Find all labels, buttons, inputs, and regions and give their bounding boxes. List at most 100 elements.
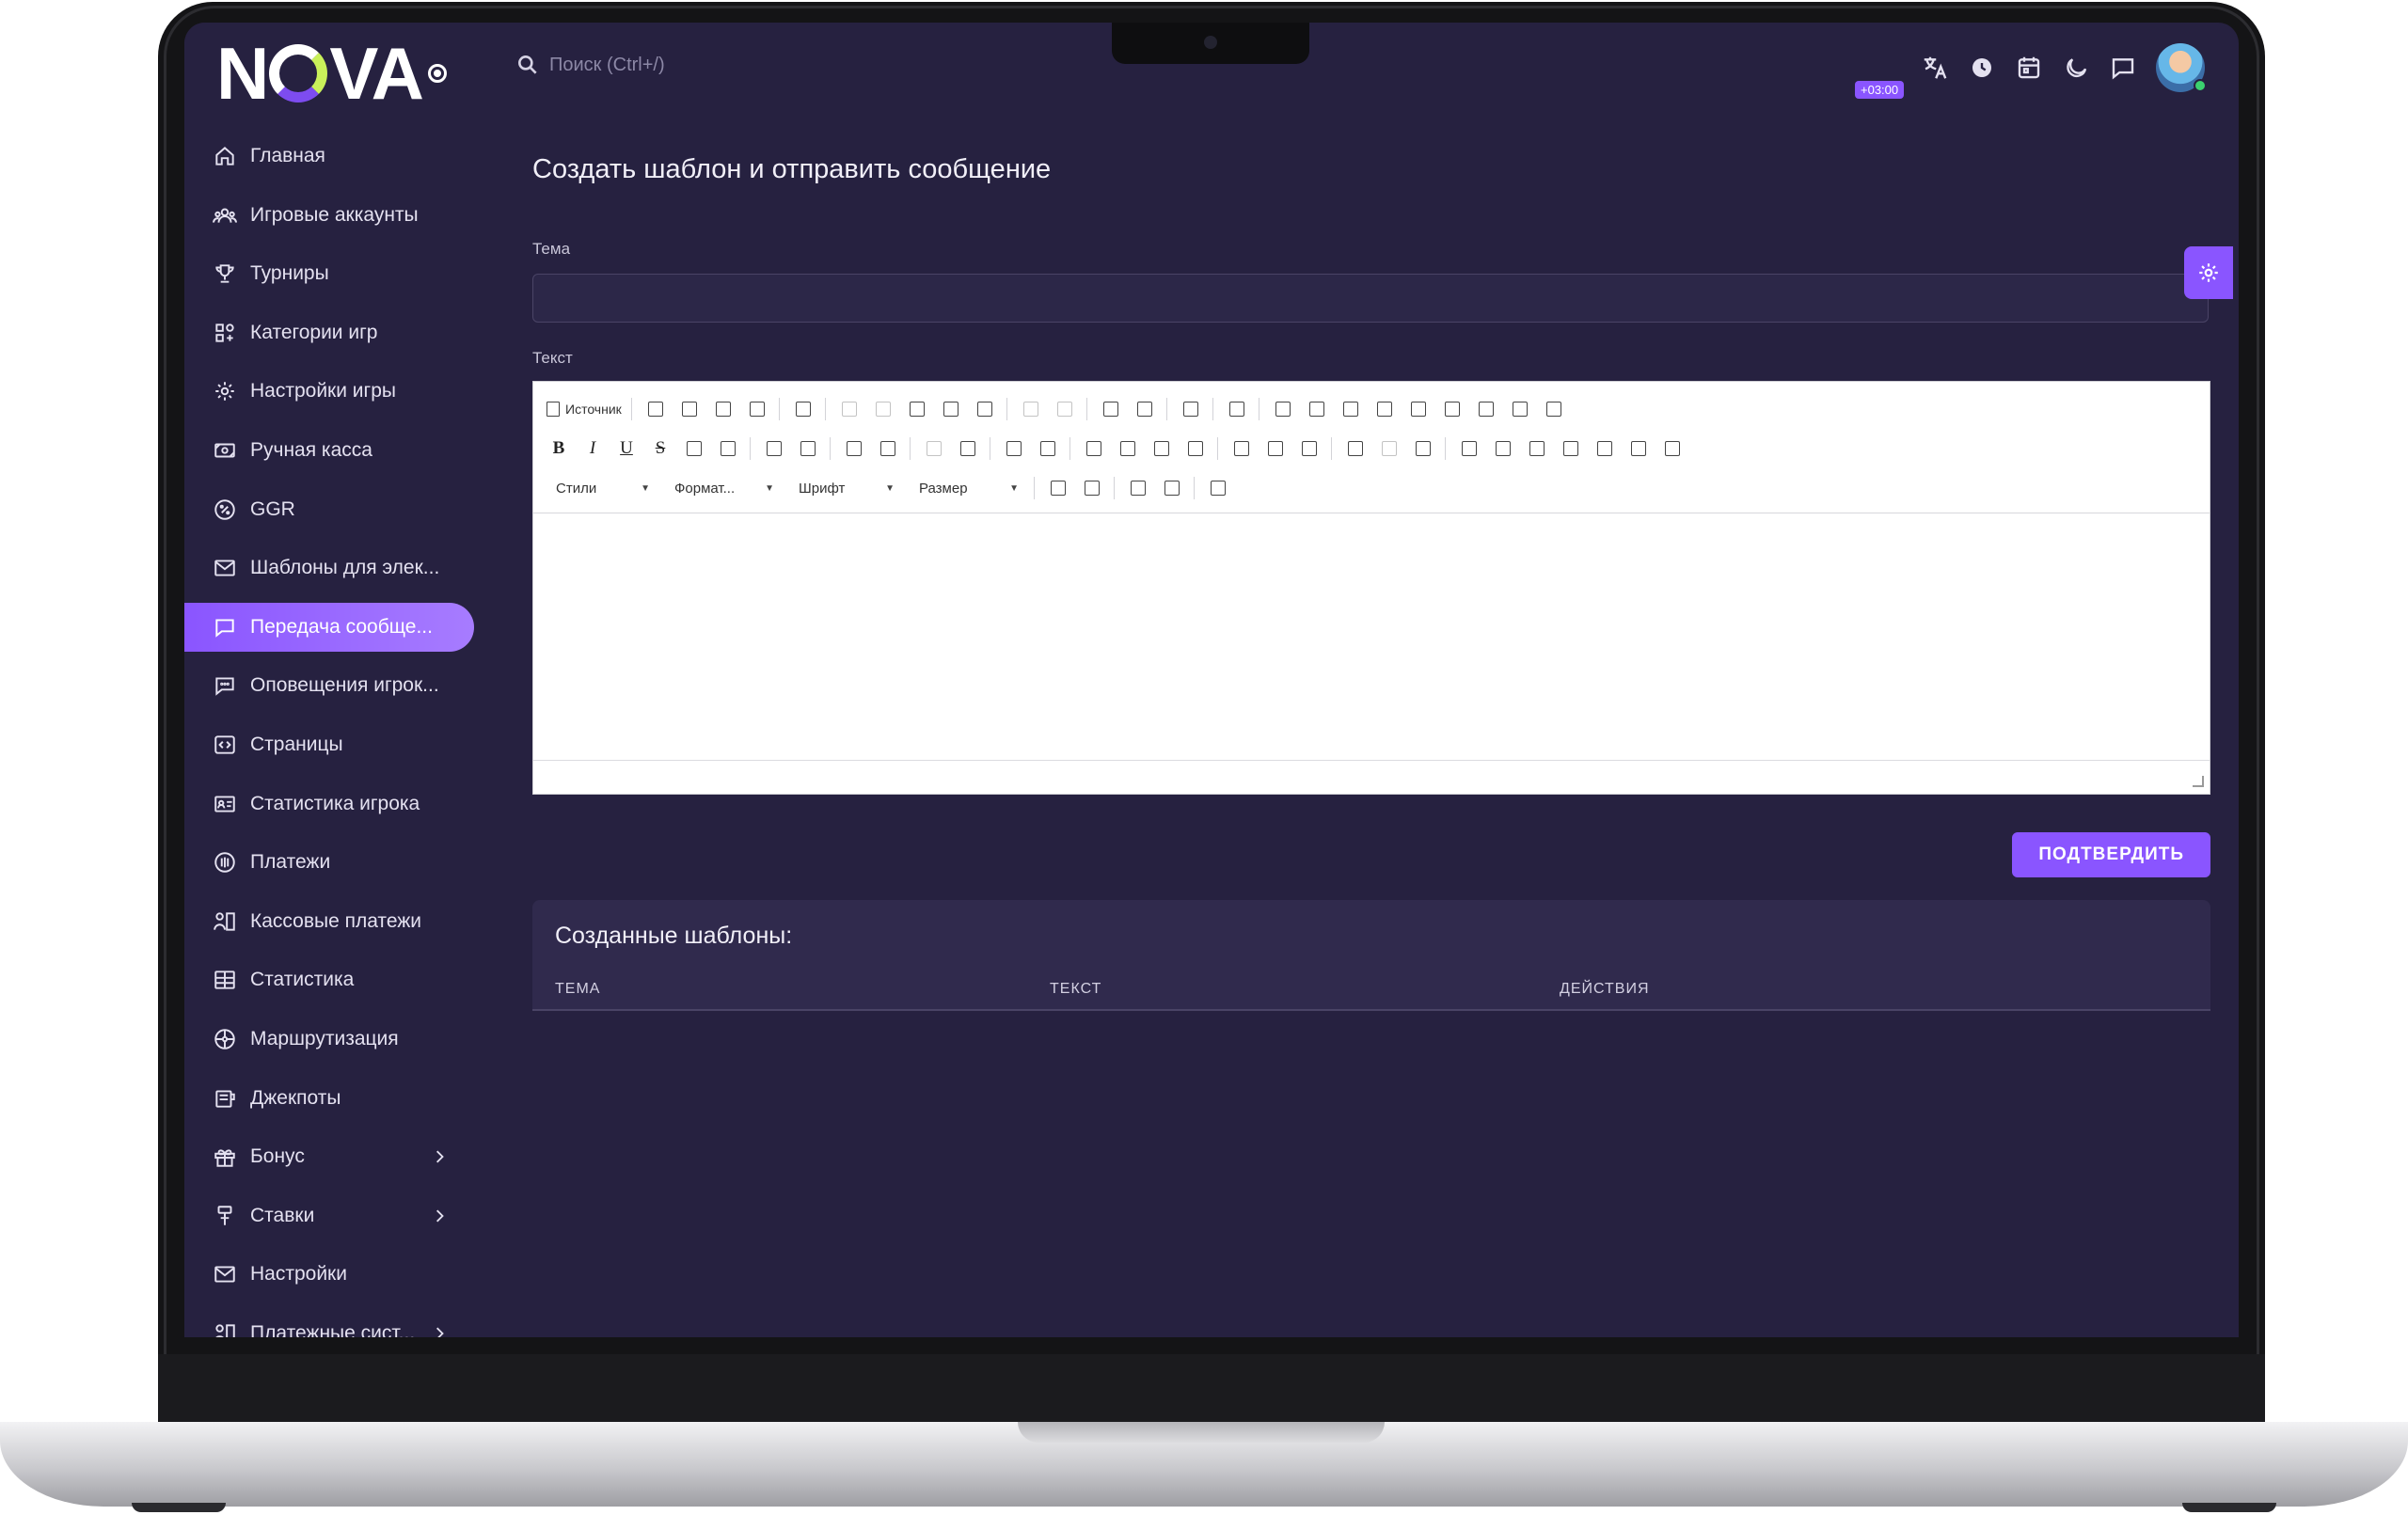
column-header-subject[interactable]: ТЕМА — [555, 981, 1050, 998]
radio-button[interactable] — [1339, 397, 1363, 421]
print-button[interactable] — [745, 397, 769, 421]
sidebar-item-7[interactable]: GGR — [184, 485, 474, 534]
submit-button[interactable]: ПОДТВЕРДИТЬ — [2012, 832, 2210, 877]
source-button[interactable]: Источник — [547, 402, 622, 417]
remove-format-button[interactable] — [796, 436, 820, 461]
subscript-button[interactable] — [682, 436, 706, 461]
justify-button[interactable] — [1183, 436, 1208, 461]
editor-content-area[interactable] — [533, 513, 2210, 760]
preview-button[interactable] — [711, 397, 736, 421]
select-field-button[interactable] — [1440, 397, 1465, 421]
paste-word-button[interactable] — [973, 397, 997, 421]
ltr-button[interactable] — [1229, 436, 1254, 461]
sidebar-item-6[interactable]: Ручная касса — [184, 426, 474, 475]
sidebar-item-19[interactable]: Ставки — [184, 1191, 474, 1240]
theme-toggle-button[interactable] — [2060, 52, 2092, 84]
chat-button[interactable] — [2107, 52, 2139, 84]
calendar-button[interactable] — [2013, 52, 2045, 84]
sidebar-item-8[interactable]: Шаблоны для элек... — [184, 544, 474, 592]
show-blocks-button[interactable] — [1160, 476, 1184, 500]
italic-button[interactable]: I — [580, 436, 605, 461]
div-button[interactable] — [1036, 436, 1060, 461]
settings-customizer-button[interactable] — [2184, 246, 2233, 299]
unlink-button[interactable] — [1377, 436, 1402, 461]
image-button[interactable] — [1457, 436, 1481, 461]
save-button[interactable] — [643, 397, 668, 421]
bg-color-button[interactable] — [1080, 476, 1104, 500]
format-dropdown[interactable]: Формат... ▼ — [665, 475, 780, 501]
sidebar-item-2[interactable]: Игровые аккаунты — [184, 191, 474, 240]
column-header-actions[interactable]: ДЕЙСТВИЯ — [1560, 981, 2030, 998]
sidebar-item-13[interactable]: Платежи — [184, 838, 474, 887]
sidebar-item-4[interactable]: Категории игр — [184, 308, 474, 357]
copy-button[interactable] — [871, 397, 895, 421]
sidebar-item-18[interactable]: Бонус — [184, 1132, 474, 1181]
underline-button[interactable]: U — [614, 436, 639, 461]
numbered-list-button[interactable] — [842, 436, 866, 461]
form-button-button[interactable] — [1474, 397, 1498, 421]
user-avatar[interactable] — [2156, 43, 2207, 92]
iframe-button[interactable] — [1660, 436, 1685, 461]
page-break-button[interactable] — [1626, 436, 1651, 461]
timezone-button[interactable] — [1966, 52, 1998, 84]
paste-button[interactable] — [905, 397, 929, 421]
translate-button[interactable] — [1919, 52, 1951, 84]
link-button[interactable] — [1343, 436, 1368, 461]
horizontal-rule-button[interactable] — [1525, 436, 1549, 461]
copy-format-button[interactable] — [762, 436, 786, 461]
size-dropdown[interactable]: Размер ▼ — [910, 475, 1024, 501]
sidebar-item-1[interactable]: Главная — [184, 132, 474, 181]
align-left-button[interactable] — [1082, 436, 1106, 461]
indent-button[interactable] — [956, 436, 980, 461]
table-button[interactable] — [1491, 436, 1515, 461]
find-button[interactable] — [1099, 397, 1123, 421]
sidebar-item-14[interactable]: Кассовые платежи — [184, 897, 474, 946]
sidebar-item-9[interactable]: Передача сообще... — [184, 602, 474, 652]
form-button[interactable] — [1271, 397, 1295, 421]
nova-logo[interactable]: N VA — [216, 36, 447, 111]
sidebar-item-5[interactable]: Настройки игры — [184, 367, 474, 416]
font-dropdown[interactable]: Шрифт ▼ — [789, 475, 900, 501]
text-field-button[interactable] — [1372, 397, 1397, 421]
image-button-button[interactable] — [1508, 397, 1532, 421]
select-all-button[interactable] — [1179, 397, 1203, 421]
hidden-field-button[interactable] — [1542, 397, 1566, 421]
spellcheck-button[interactable] — [1225, 397, 1249, 421]
help-button[interactable] — [1206, 476, 1230, 500]
language-button[interactable] — [1297, 436, 1322, 461]
superscript-button[interactable] — [716, 436, 740, 461]
sidebar-item-11[interactable]: Страницы — [184, 720, 474, 769]
sidebar-item-17[interactable]: Джекпоты — [184, 1074, 474, 1123]
maximize-button[interactable] — [1126, 476, 1150, 500]
outdent-button[interactable] — [922, 436, 946, 461]
blockquote-button[interactable] — [1002, 436, 1026, 461]
textarea-button[interactable] — [1406, 397, 1431, 421]
templates-button[interactable] — [791, 397, 816, 421]
replace-button[interactable] — [1133, 397, 1157, 421]
bold-button[interactable]: B — [547, 436, 571, 461]
paste-text-button[interactable] — [939, 397, 963, 421]
search-bar[interactable]: Поиск (Ctrl+/) — [515, 53, 665, 77]
cut-button[interactable] — [837, 397, 862, 421]
align-center-button[interactable] — [1116, 436, 1140, 461]
search-placeholder[interactable]: Поиск (Ctrl+/) — [549, 55, 665, 76]
smiley-button[interactable] — [1559, 436, 1583, 461]
sidebar-item-21[interactable]: Платежные сист... — [184, 1309, 474, 1337]
styles-dropdown[interactable]: Стили ▼ — [547, 475, 656, 501]
resize-handle-icon[interactable] — [2193, 776, 2204, 787]
sidebar-item-3[interactable]: Турниры — [184, 249, 474, 298]
undo-button[interactable] — [1019, 397, 1043, 421]
sidebar-item-20[interactable]: Настройки — [184, 1250, 474, 1299]
align-right-button[interactable] — [1149, 436, 1174, 461]
sidebar-item-15[interactable]: Статистика — [184, 955, 474, 1004]
anchor-button[interactable] — [1411, 436, 1435, 461]
column-header-text[interactable]: ТЕКСТ — [1050, 981, 1560, 998]
sidebar-item-10[interactable]: Оповещения игрок... — [184, 661, 474, 710]
new-page-button[interactable] — [677, 397, 702, 421]
sidebar-item-16[interactable]: Маршрутизация — [184, 1015, 474, 1064]
sidebar-item-12[interactable]: Статистика игрока — [184, 780, 474, 829]
special-char-button[interactable] — [1592, 436, 1617, 461]
text-color-button[interactable] — [1046, 476, 1070, 500]
bulleted-list-button[interactable] — [876, 436, 900, 461]
checkbox-button[interactable] — [1305, 397, 1329, 421]
